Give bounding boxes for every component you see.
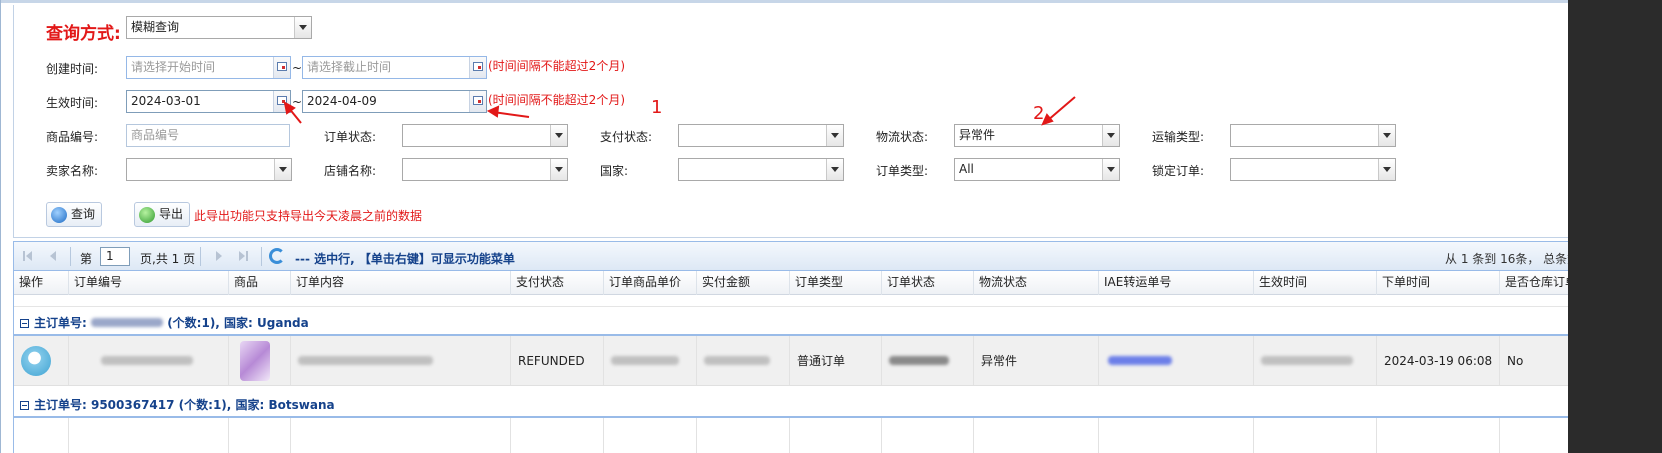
unit-price-cell xyxy=(604,418,697,453)
col-header-iae-no[interactable]: IAE转运单号 xyxy=(1099,271,1254,295)
row-action-cell[interactable] xyxy=(14,418,69,453)
grid-header: 操作 订单编号 商品 订单内容 支付状态 订单商品单价 实付金额 订单类型 订单… xyxy=(14,271,1568,295)
order-status-cell xyxy=(882,336,974,385)
logistics-status-cell: 异常件 xyxy=(974,336,1099,385)
warehouse-cell: No xyxy=(1507,353,1524,368)
order-query-window: 查询方式: 模糊查询 创建时间: 请选择开始时间 ~ 请选择截止时间 (时间间隔… xyxy=(0,0,1568,453)
col-header-warehouse[interactable]: 是否仓库订单 xyxy=(1500,271,1568,295)
refresh-icon[interactable] xyxy=(269,248,285,264)
last-page-icon[interactable] xyxy=(246,251,248,261)
redacted-text xyxy=(298,356,433,365)
table-row[interactable]: REFUNDED 普通订单 异常件 2024-03-19 06:08 No xyxy=(14,336,1568,386)
warehouse-cell xyxy=(1500,418,1568,453)
order-content-cell xyxy=(291,418,511,453)
separator xyxy=(261,247,262,266)
col-header-logistics-status[interactable]: 物流状态 xyxy=(974,271,1099,295)
order-content-cell xyxy=(291,336,511,385)
page-prefix: 第 xyxy=(80,252,93,266)
col-header-paid-amount[interactable]: 实付金额 xyxy=(697,271,790,295)
redacted-text xyxy=(889,356,949,365)
last-page-arrow-icon[interactable] xyxy=(239,251,245,261)
product-cell xyxy=(229,418,291,453)
annotation-1: 1 xyxy=(651,97,663,118)
redacted-text xyxy=(704,356,770,365)
separator xyxy=(200,247,201,266)
group-count: (个数:1), 国家: Botswana xyxy=(178,398,335,412)
arrow-3-line xyxy=(1046,96,1076,122)
redacted-text xyxy=(101,356,193,365)
annotation-2: 2 xyxy=(1033,103,1045,124)
order-time-cell xyxy=(1377,418,1500,453)
iae-tracking-link[interactable] xyxy=(1108,356,1172,365)
table-row[interactable] xyxy=(14,418,1568,453)
desktop-background xyxy=(1568,0,1662,453)
col-header-order-type[interactable]: 订单类型 xyxy=(790,271,882,295)
order-status-cell xyxy=(882,418,974,453)
group-label: 主订单号: 9500367417 xyxy=(34,398,175,412)
arrow-2-head xyxy=(486,105,500,118)
redacted-text xyxy=(1261,356,1353,365)
group-count: (个数:1), 国家: Uganda xyxy=(167,316,309,330)
page-suffix: 页,共 1 页 xyxy=(140,252,196,266)
col-header-effective-time[interactable]: 生效时间 xyxy=(1254,271,1377,295)
redacted-order-no xyxy=(91,318,163,327)
effective-time-cell xyxy=(1254,418,1377,453)
page-number-input[interactable]: 1 xyxy=(100,247,130,266)
col-header-order-no[interactable]: 订单编号 xyxy=(69,271,229,295)
order-type-cell xyxy=(790,418,882,453)
collapse-icon[interactable] xyxy=(20,319,29,328)
group-row-uganda[interactable]: 主订单号: (个数:1), 国家: Uganda xyxy=(14,312,1568,336)
unit-price-cell xyxy=(604,336,697,385)
pay-status-cell: REFUNDED xyxy=(511,336,604,385)
arrow-2-line xyxy=(492,111,530,118)
first-page-arrow-icon[interactable] xyxy=(26,251,32,261)
col-header-product[interactable]: 商品 xyxy=(229,271,291,295)
paid-amount-cell xyxy=(697,418,790,453)
paid-amount-cell xyxy=(697,336,790,385)
iae-no-cell xyxy=(1099,418,1254,453)
collapse-icon[interactable] xyxy=(20,401,29,410)
effective-time-cell xyxy=(1254,336,1377,385)
col-header-order-status[interactable]: 订单状态 xyxy=(882,271,974,295)
group-row-botswana[interactable]: 主订单号: 9500367417 (个数:1), 国家: Botswana xyxy=(14,394,1568,418)
order-no-cell xyxy=(69,418,229,453)
col-header-order-content[interactable]: 订单内容 xyxy=(291,271,511,295)
iae-no-cell[interactable] xyxy=(1099,336,1254,385)
col-header-action[interactable]: 操作 xyxy=(14,271,69,295)
order-grid: 第 1 页,共 1 页 --- 选中行, 【单击右键】可显示功能菜单 从 1 条… xyxy=(13,241,1568,453)
context-menu-hint: --- 选中行, 【单击右键】可显示功能菜单 xyxy=(295,252,515,266)
col-header-order-time[interactable]: 下单时间 xyxy=(1377,271,1500,295)
annotation-arrows xyxy=(283,96,1076,126)
order-time-cell: 2024-03-19 06:08 xyxy=(1377,336,1500,385)
col-header-pay-status[interactable]: 支付状态 xyxy=(511,271,604,295)
pay-status-cell xyxy=(511,418,604,453)
redacted-text xyxy=(611,356,679,365)
product-thumbnail xyxy=(240,340,270,381)
next-page-icon[interactable] xyxy=(216,251,222,261)
row-action-cell[interactable] xyxy=(14,336,69,385)
order-type-cell: 普通订单 xyxy=(790,336,882,385)
action-icon[interactable] xyxy=(21,345,51,376)
prev-page-icon[interactable] xyxy=(50,251,56,261)
record-summary: 从 1 条到 16条， 总条数 xyxy=(1445,252,1568,266)
pagination-bar: 第 1 页,共 1 页 --- 选中行, 【单击右键】可显示功能菜单 从 1 条… xyxy=(14,242,1568,271)
first-page-icon[interactable] xyxy=(23,251,25,261)
order-no-cell xyxy=(69,336,229,385)
col-header-unit-price[interactable]: 订单商品单价 xyxy=(604,271,697,295)
separator xyxy=(70,247,71,266)
product-cell xyxy=(229,336,291,385)
group-label: 主订单号: xyxy=(34,316,87,330)
logistics-status-cell xyxy=(974,418,1099,453)
partial-row xyxy=(14,295,1568,307)
